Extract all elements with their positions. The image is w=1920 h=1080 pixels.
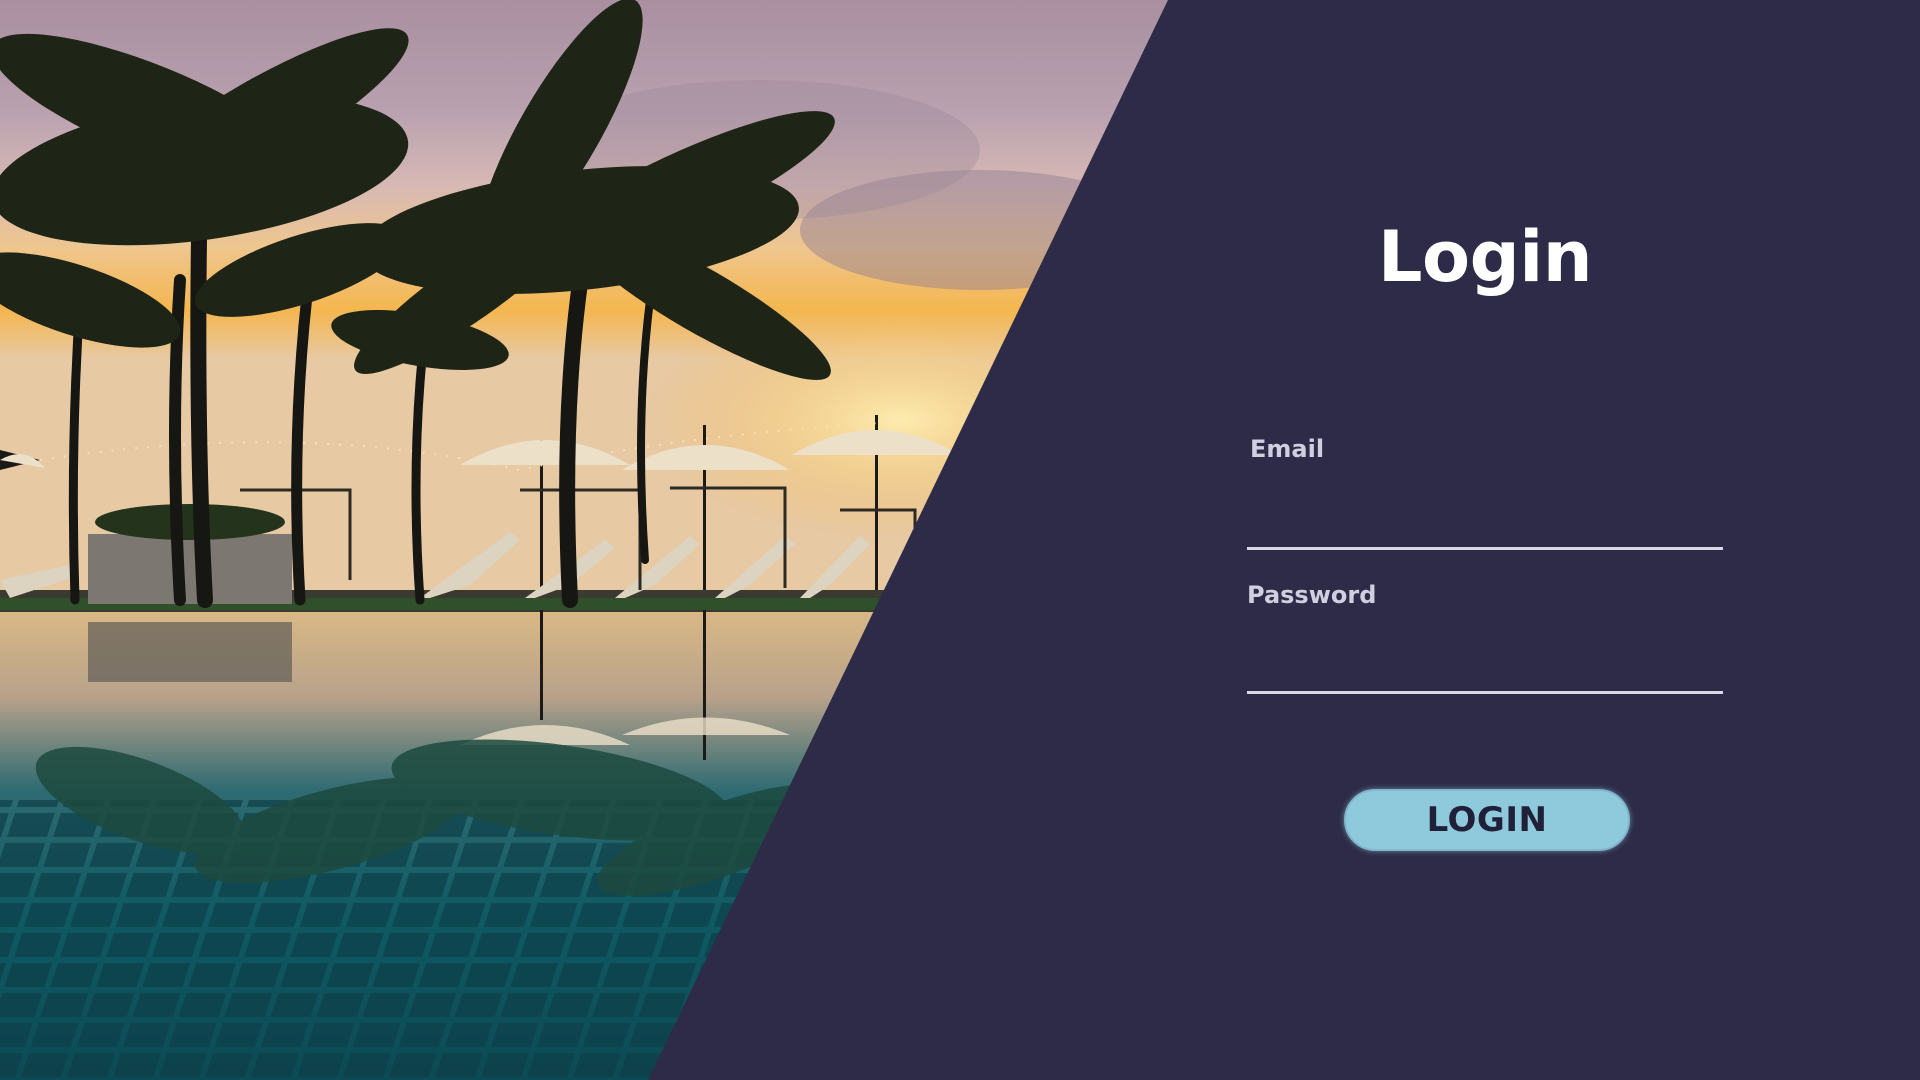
- email-label: Email: [1250, 435, 1325, 463]
- password-label: Password: [1247, 581, 1377, 609]
- login-title: Login: [1377, 216, 1593, 298]
- password-input[interactable]: [1247, 650, 1723, 694]
- login-page: Login Email Password LOGIN: [0, 0, 1920, 1080]
- email-input[interactable]: [1247, 506, 1723, 550]
- login-button[interactable]: LOGIN: [1344, 789, 1630, 851]
